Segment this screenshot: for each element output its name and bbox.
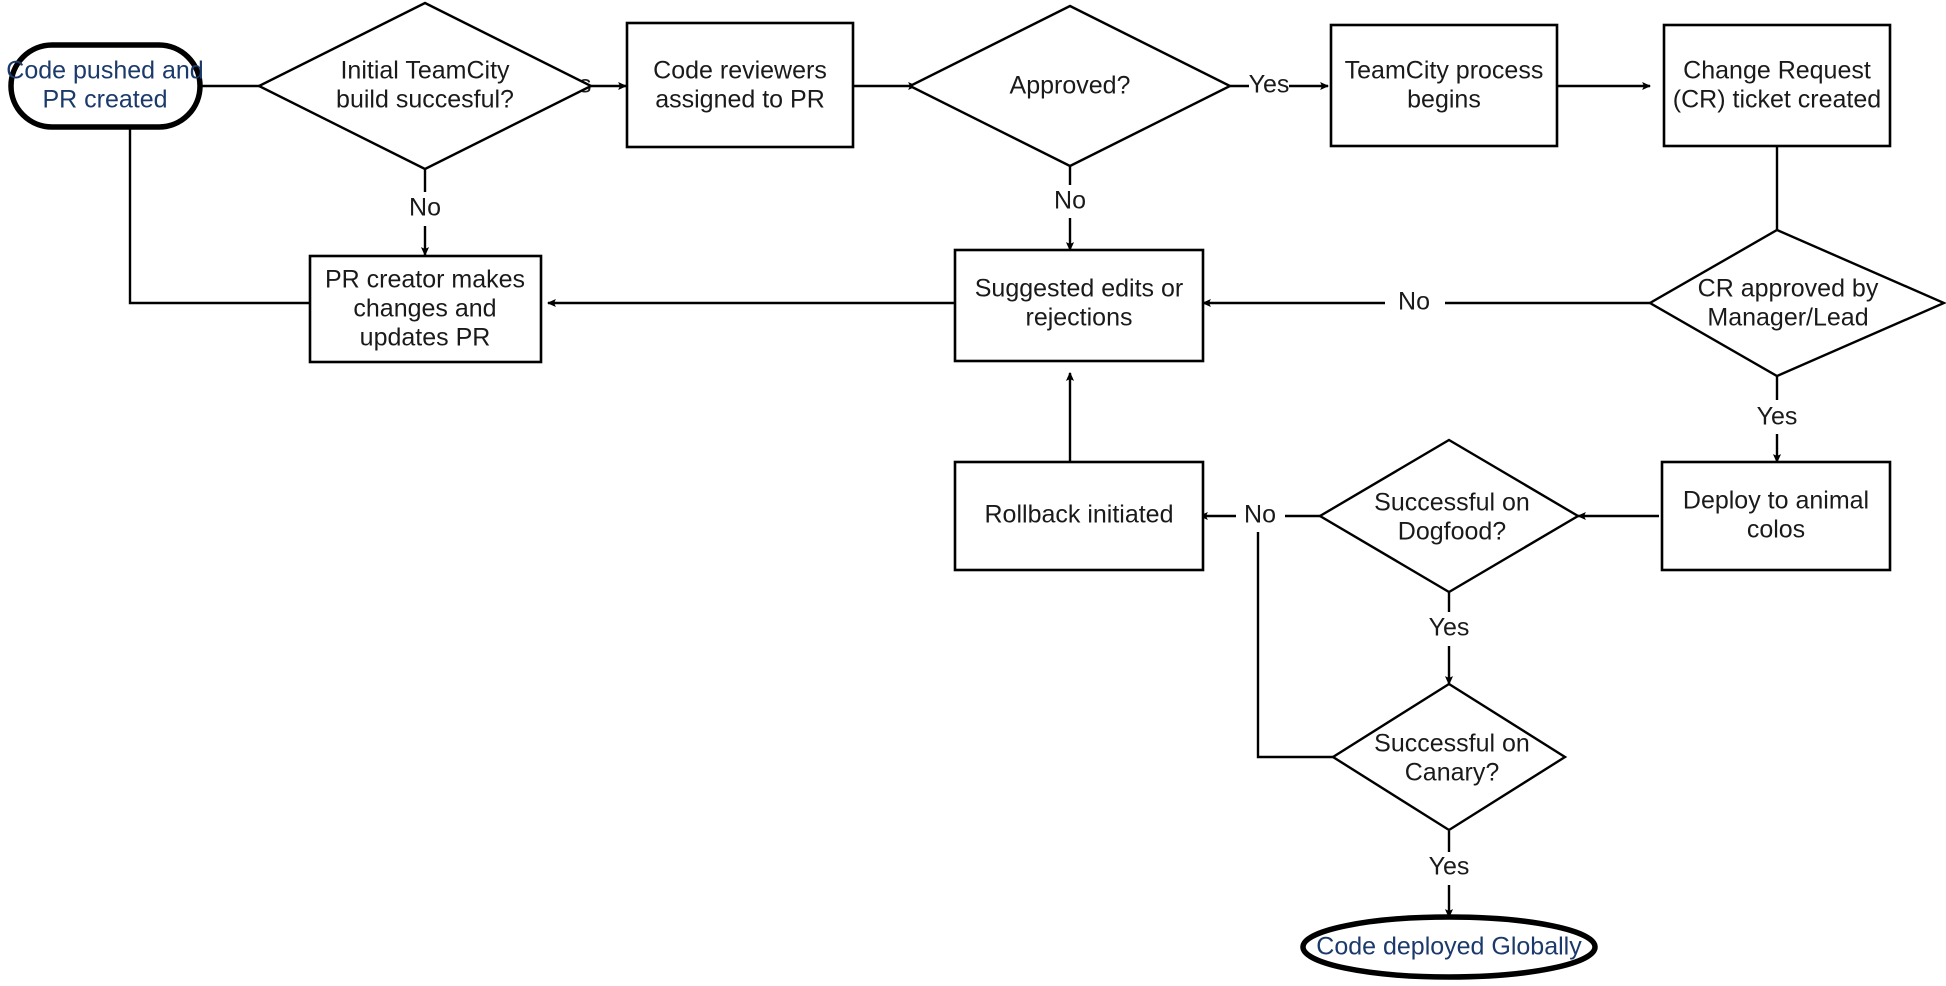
suggested-edits-label-line2: rejections <box>1026 304 1133 332</box>
edge-label-approved-no: No <box>1054 187 1086 215</box>
node-suggested-edits[interactable]: Suggested edits or rejections <box>953 248 1205 363</box>
edge-dogfood-no-to-canary <box>1256 532 1337 759</box>
initial-build-label-line1: Initial TeamCity <box>340 57 510 85</box>
approved-label-line1: Approved? <box>1010 72 1131 100</box>
edge-label-dogfood-no: No <box>1244 501 1276 529</box>
deploy-animal-colos-label-line2: colos <box>1747 516 1805 544</box>
reviewers-assigned-label-line2: assigned to PR <box>655 86 825 114</box>
node-initial-build[interactable]: Initial TeamCity build succesful? <box>256 1 594 171</box>
canary-label-line1: Successful on <box>1374 730 1530 758</box>
node-dogfood[interactable]: Successful on Dogfood? <box>1317 438 1581 594</box>
end-label-line1: Code deployed Globally <box>1316 933 1582 961</box>
start-label-line1: Code pushed and <box>6 57 203 85</box>
rollback-label-line1: Rollback initiated <box>985 501 1174 529</box>
flowchart-canvas: Yes No Yes No No Yes No Yes Yes Code pus… <box>0 0 1946 986</box>
pr-creator-changes-label-line1: PR creator makes <box>325 266 525 294</box>
edge-label-cr-no: No <box>1398 288 1430 316</box>
node-reviewers-assigned[interactable]: Code reviewers assigned to PR <box>625 21 855 149</box>
node-approved[interactable]: Approved? <box>907 4 1233 168</box>
teamcity-process-label-line2: begins <box>1407 86 1481 114</box>
edge-label-cr-yes: Yes <box>1757 403 1798 431</box>
dogfood-label-line2: Dogfood? <box>1398 518 1506 546</box>
node-teamcity-process[interactable]: TeamCity process begins <box>1329 23 1559 148</box>
dogfood-label-line1: Successful on <box>1374 489 1530 517</box>
node-start[interactable]: Code pushed and PR created <box>6 42 204 130</box>
node-end[interactable]: Code deployed Globally <box>1300 914 1598 980</box>
initial-build-label-line2: build succesful? <box>336 86 514 114</box>
canary-label-line2: Canary? <box>1405 759 1500 787</box>
deploy-animal-colos-label-line1: Deploy to animal <box>1683 487 1869 515</box>
node-pr-creator-changes[interactable]: PR creator makes changes and updates PR <box>308 254 543 364</box>
reviewers-assigned-label-line1: Code reviewers <box>653 57 827 85</box>
node-rollback[interactable]: Rollback initiated <box>953 460 1205 572</box>
start-label-line2: PR created <box>42 86 167 114</box>
edge-label-canary-yes: Yes <box>1429 853 1470 881</box>
cr-approved-label-line2: Manager/Lead <box>1707 304 1868 332</box>
edge-label-build-no: No <box>409 194 441 222</box>
cr-ticket-label-line2: (CR) ticket created <box>1673 86 1881 114</box>
edge-label-dogfood-yes: Yes <box>1429 614 1470 642</box>
cr-approved-label-line1: CR approved by <box>1698 275 1879 303</box>
flowchart-svg: Yes No Yes No No Yes No Yes Yes Code pus… <box>6 1 1946 980</box>
suggested-edits-label-line1: Suggested edits or <box>975 275 1183 303</box>
pr-creator-changes-label-line2: changes and <box>353 295 496 323</box>
teamcity-process-label-line1: TeamCity process <box>1345 57 1544 85</box>
node-cr-ticket[interactable]: Change Request (CR) ticket created <box>1662 23 1892 148</box>
node-canary[interactable]: Successful on Canary? <box>1330 682 1568 832</box>
edge-label-approved-yes: Yes <box>1249 71 1290 99</box>
cr-ticket-label-line1: Change Request <box>1683 57 1871 85</box>
node-cr-approved[interactable]: CR approved by Manager/Lead <box>1647 228 1946 378</box>
edge-pr-creator-to-start <box>125 111 310 305</box>
pr-creator-changes-label-line3: updates PR <box>360 324 491 352</box>
node-deploy-animal-colos[interactable]: Deploy to animal colos <box>1660 460 1892 572</box>
nodes-layer: Code pushed and PR created Initial TeamC… <box>6 1 1946 980</box>
